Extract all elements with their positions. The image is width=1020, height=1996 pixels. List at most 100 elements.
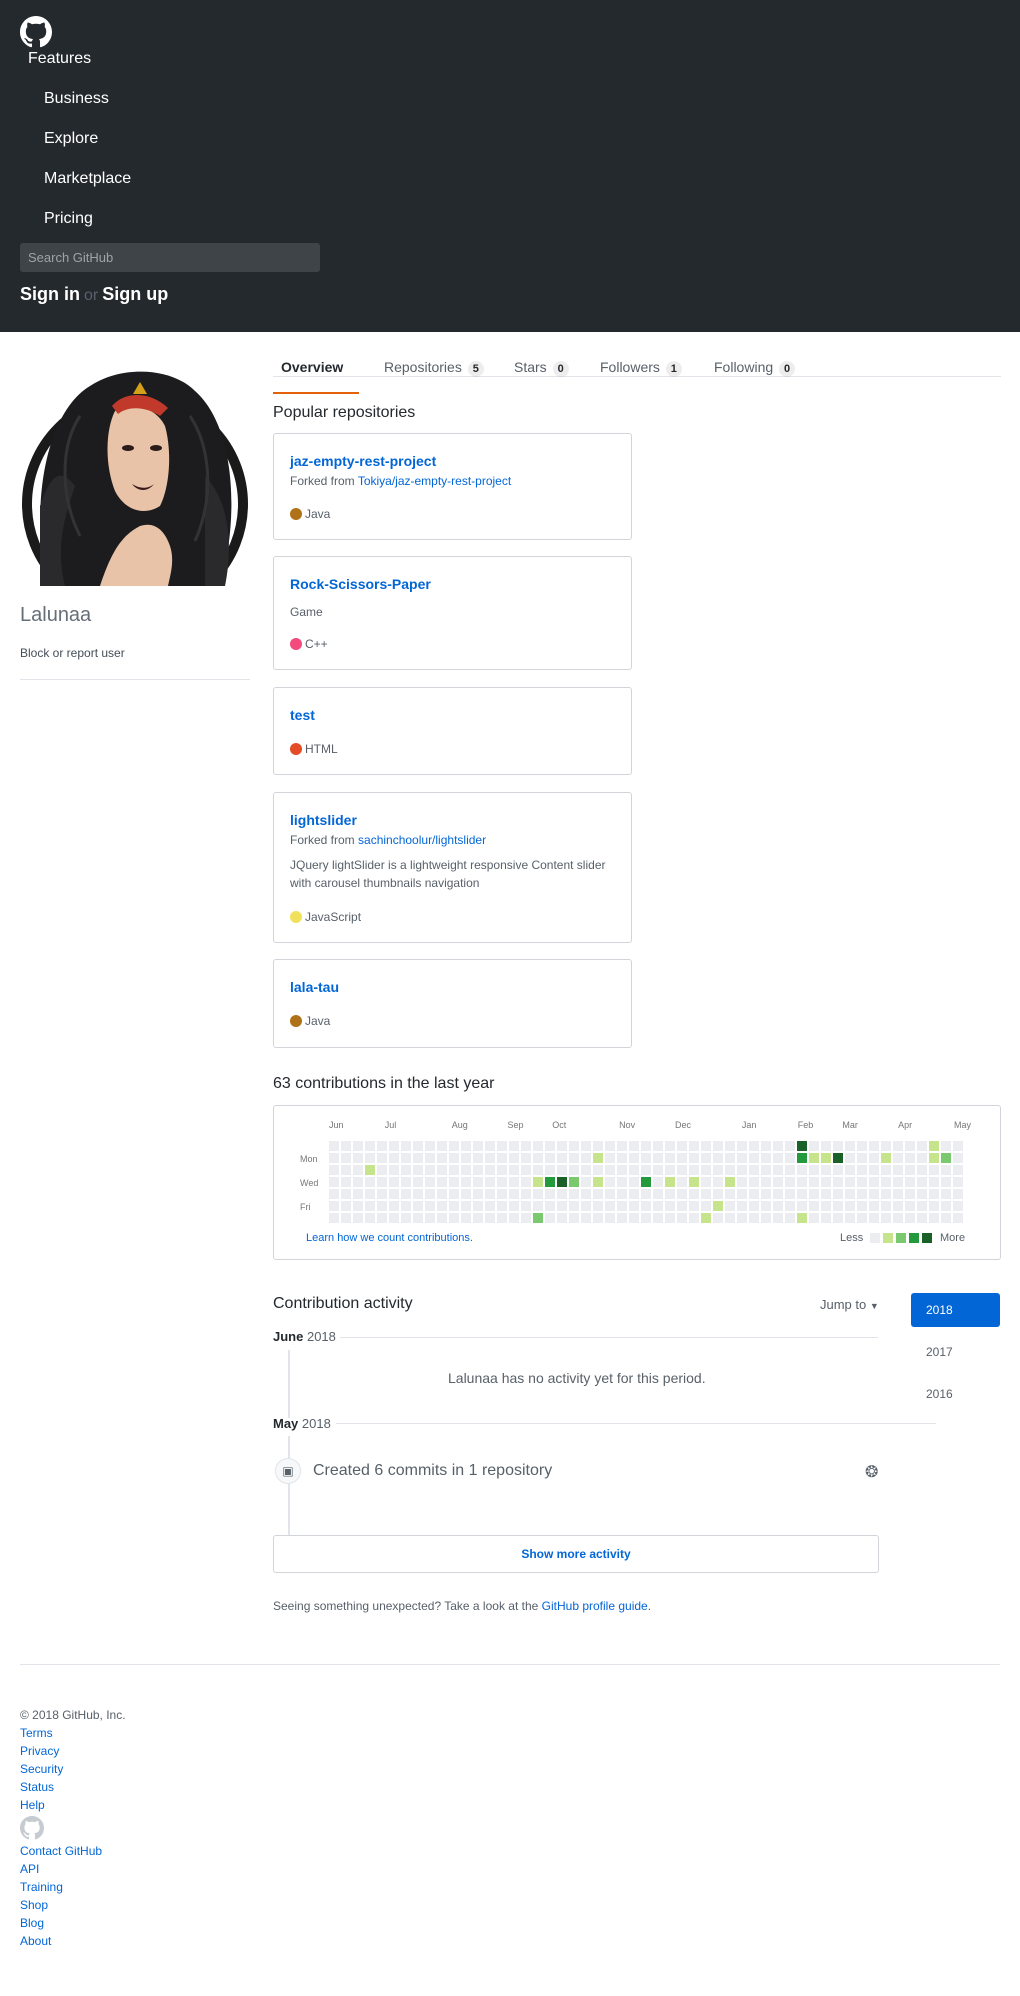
- nav-features[interactable]: Features: [28, 50, 91, 68]
- contribution-day-cell[interactable]: [653, 1201, 663, 1211]
- contribution-day-cell[interactable]: [545, 1189, 555, 1199]
- profile-guide-link[interactable]: GitHub profile guide: [542, 1599, 648, 1613]
- contribution-day-cell[interactable]: [389, 1153, 399, 1163]
- contribution-day-cell[interactable]: [677, 1165, 687, 1175]
- contribution-day-cell[interactable]: [953, 1165, 963, 1175]
- contribution-day-cell[interactable]: [881, 1141, 891, 1151]
- nav-explore[interactable]: Explore: [44, 130, 98, 148]
- contribution-day-cell[interactable]: [785, 1141, 795, 1151]
- contribution-day-cell[interactable]: [665, 1201, 675, 1211]
- contribution-day-cell[interactable]: [437, 1177, 447, 1187]
- contribution-day-cell[interactable]: [461, 1141, 471, 1151]
- contribution-day-cell[interactable]: [509, 1189, 519, 1199]
- contribution-day-cell[interactable]: [677, 1213, 687, 1223]
- contribution-day-cell[interactable]: [725, 1189, 735, 1199]
- contribution-day-cell[interactable]: [341, 1201, 351, 1211]
- repo-name-link[interactable]: lightslider: [290, 812, 357, 828]
- contribution-day-cell[interactable]: [461, 1189, 471, 1199]
- contribution-day-cell[interactable]: [413, 1189, 423, 1199]
- contribution-day-cell[interactable]: [497, 1201, 507, 1211]
- contribution-day-cell[interactable]: [929, 1141, 939, 1151]
- tab-followers[interactable]: Followers 1: [600, 358, 682, 393]
- contribution-day-cell[interactable]: [401, 1141, 411, 1151]
- contribution-day-cell[interactable]: [389, 1213, 399, 1223]
- contribution-day-cell[interactable]: [509, 1165, 519, 1175]
- contribution-day-cell[interactable]: [329, 1189, 339, 1199]
- contribution-day-cell[interactable]: [893, 1165, 903, 1175]
- commit-summary[interactable]: Created 6 commits in 1 repository: [313, 1462, 552, 1480]
- contribution-day-cell[interactable]: [881, 1201, 891, 1211]
- contribution-day-cell[interactable]: [869, 1213, 879, 1223]
- contribution-day-cell[interactable]: [713, 1177, 723, 1187]
- contribution-day-cell[interactable]: [533, 1177, 543, 1187]
- contribution-day-cell[interactable]: [821, 1141, 831, 1151]
- contribution-day-cell[interactable]: [509, 1177, 519, 1187]
- github-logo-icon[interactable]: [20, 16, 52, 48]
- contribution-day-cell[interactable]: [833, 1153, 843, 1163]
- contribution-day-cell[interactable]: [701, 1213, 711, 1223]
- contribution-day-cell[interactable]: [569, 1177, 579, 1187]
- footer-link-contact[interactable]: Contact GitHub: [20, 1844, 102, 1858]
- contribution-day-cell[interactable]: [821, 1177, 831, 1187]
- nav-pricing[interactable]: Pricing: [44, 210, 93, 228]
- contribution-day-cell[interactable]: [677, 1177, 687, 1187]
- contribution-day-cell[interactable]: [869, 1177, 879, 1187]
- contribution-day-cell[interactable]: [833, 1177, 843, 1187]
- contribution-day-cell[interactable]: [821, 1213, 831, 1223]
- contribution-day-cell[interactable]: [521, 1177, 531, 1187]
- contribution-day-cell[interactable]: [833, 1141, 843, 1151]
- contribution-day-cell[interactable]: [437, 1201, 447, 1211]
- contribution-day-cell[interactable]: [917, 1213, 927, 1223]
- contribution-day-cell[interactable]: [593, 1177, 603, 1187]
- contribution-day-cell[interactable]: [569, 1165, 579, 1175]
- contribution-day-cell[interactable]: [761, 1213, 771, 1223]
- contribution-day-cell[interactable]: [497, 1153, 507, 1163]
- contribution-day-cell[interactable]: [641, 1177, 651, 1187]
- contribution-day-cell[interactable]: [953, 1213, 963, 1223]
- contribution-day-cell[interactable]: [917, 1177, 927, 1187]
- contribution-day-cell[interactable]: [353, 1165, 363, 1175]
- contribution-day-cell[interactable]: [521, 1213, 531, 1223]
- contribution-day-cell[interactable]: [485, 1213, 495, 1223]
- contribution-day-cell[interactable]: [485, 1177, 495, 1187]
- contribution-day-cell[interactable]: [701, 1141, 711, 1151]
- contribution-day-cell[interactable]: [953, 1177, 963, 1187]
- year-link-2017[interactable]: 2017: [911, 1335, 1000, 1369]
- contribution-day-cell[interactable]: [749, 1189, 759, 1199]
- contribution-day-cell[interactable]: [485, 1165, 495, 1175]
- contribution-day-cell[interactable]: [413, 1201, 423, 1211]
- contribution-day-cell[interactable]: [401, 1165, 411, 1175]
- contribution-day-cell[interactable]: [821, 1165, 831, 1175]
- contribution-day-cell[interactable]: [773, 1177, 783, 1187]
- contribution-day-cell[interactable]: [821, 1189, 831, 1199]
- contribution-day-cell[interactable]: [581, 1201, 591, 1211]
- contribution-day-cell[interactable]: [701, 1165, 711, 1175]
- contribution-day-cell[interactable]: [641, 1153, 651, 1163]
- contribution-day-cell[interactable]: [713, 1165, 723, 1175]
- contribution-day-cell[interactable]: [617, 1213, 627, 1223]
- contribution-day-cell[interactable]: [797, 1141, 807, 1151]
- contribution-day-cell[interactable]: [665, 1213, 675, 1223]
- contribution-day-cell[interactable]: [941, 1141, 951, 1151]
- nav-marketplace[interactable]: Marketplace: [44, 170, 131, 188]
- contribution-day-cell[interactable]: [845, 1189, 855, 1199]
- contribution-day-cell[interactable]: [761, 1141, 771, 1151]
- contribution-day-cell[interactable]: [953, 1153, 963, 1163]
- show-more-activity-button[interactable]: Show more activity: [273, 1535, 879, 1573]
- contribution-day-cell[interactable]: [581, 1153, 591, 1163]
- contribution-day-cell[interactable]: [677, 1189, 687, 1199]
- contribution-day-cell[interactable]: [425, 1165, 435, 1175]
- contribution-day-cell[interactable]: [725, 1153, 735, 1163]
- contribution-day-cell[interactable]: [605, 1189, 615, 1199]
- contribution-day-cell[interactable]: [941, 1165, 951, 1175]
- contribution-day-cell[interactable]: [329, 1177, 339, 1187]
- contribution-day-cell[interactable]: [401, 1189, 411, 1199]
- contribution-day-cell[interactable]: [605, 1177, 615, 1187]
- contribution-day-cell[interactable]: [413, 1153, 423, 1163]
- contribution-day-cell[interactable]: [749, 1141, 759, 1151]
- contribution-day-cell[interactable]: [329, 1165, 339, 1175]
- contribution-day-cell[interactable]: [845, 1177, 855, 1187]
- contribution-day-cell[interactable]: [713, 1153, 723, 1163]
- contribution-day-cell[interactable]: [461, 1165, 471, 1175]
- contribution-day-cell[interactable]: [785, 1213, 795, 1223]
